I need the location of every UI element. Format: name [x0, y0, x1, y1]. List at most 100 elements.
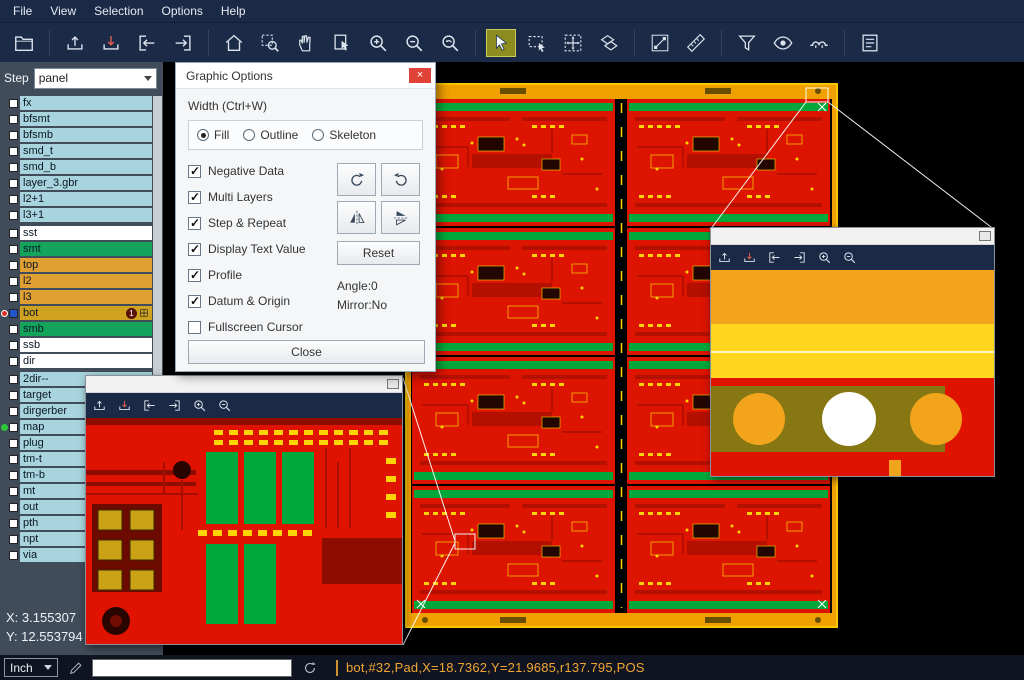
step-select[interactable]: panel	[34, 68, 157, 89]
radio-outline[interactable]: Outline	[243, 128, 298, 142]
menu-selection[interactable]: Selection	[85, 2, 152, 20]
home-tool-button[interactable]	[219, 29, 249, 57]
move-select-tool-button[interactable]	[558, 29, 588, 57]
cursor-select-tool-button[interactable]	[486, 29, 516, 57]
checkbox-box[interactable]	[188, 217, 201, 230]
radio-circle[interactable]	[312, 129, 324, 141]
layer-visibility-checkbox[interactable]	[9, 551, 18, 560]
layer-name[interactable]: top	[20, 258, 152, 272]
layer-name[interactable]: smd_t	[20, 144, 152, 158]
zoom-out-tool-button[interactable]	[842, 250, 857, 265]
radio-skeleton[interactable]: Skeleton	[312, 128, 376, 142]
layer-row-sst[interactable]: sst	[0, 226, 152, 240]
folder-open-tool-button[interactable]	[9, 29, 39, 57]
door-out-tool-button[interactable]	[792, 250, 807, 265]
rect-select-tool-button[interactable]	[522, 29, 552, 57]
layer-visibility-checkbox[interactable]	[9, 211, 18, 220]
layer-visibility-checkbox[interactable]	[9, 487, 18, 496]
checkbox-box[interactable]	[188, 165, 201, 178]
zoom-out-tool-button[interactable]	[399, 29, 429, 57]
tray-up-tool-button[interactable]	[717, 250, 732, 265]
popup-restore-button[interactable]	[979, 231, 991, 241]
magnifier-1-titlebar[interactable]	[86, 376, 402, 393]
layer-visibility-checkbox[interactable]	[9, 131, 18, 140]
layer-row-smt[interactable]: smt	[0, 242, 152, 256]
layer-row-smd_b[interactable]: smd_b	[0, 160, 152, 174]
rotate-ccw-button[interactable]	[381, 163, 420, 196]
menu-view[interactable]: View	[41, 2, 85, 20]
eye-view-tool-button[interactable]	[768, 29, 798, 57]
zoom-out-tool-button[interactable]	[217, 398, 232, 413]
layer-visibility-checkbox[interactable]	[9, 229, 18, 238]
layer-row-dir[interactable]: dir	[0, 354, 152, 368]
zoom-in-tool-button[interactable]	[363, 29, 393, 57]
layer-visibility-checkbox[interactable]	[9, 277, 18, 286]
layer-visibility-checkbox[interactable]	[9, 115, 18, 124]
layer-name[interactable]: smd_b	[20, 160, 152, 174]
tray-down-tool-button[interactable]	[117, 398, 132, 413]
menu-help[interactable]: Help	[212, 2, 255, 20]
doc-select-tool-button[interactable]	[327, 29, 357, 57]
layer-visibility-checkbox[interactable]	[9, 423, 18, 432]
layer-name[interactable]: sst	[20, 226, 152, 240]
zoom-in-tool-button[interactable]	[817, 250, 832, 265]
door-out-tool-button[interactable]	[167, 398, 182, 413]
command-input[interactable]	[92, 659, 292, 677]
layer-row-bfsmb[interactable]: bfsmb	[0, 128, 152, 142]
layer-row-layer_3.gbr[interactable]: layer_3.gbr	[0, 176, 152, 190]
radio-circle[interactable]	[197, 129, 209, 141]
magnifier-window-2[interactable]	[710, 227, 995, 477]
checkbox-negative-data[interactable]: Negative Data	[188, 158, 338, 184]
layer-row-smb[interactable]: smb	[0, 322, 152, 336]
layer-name[interactable]: smt	[20, 242, 152, 256]
layer-visibility-checkbox[interactable]	[9, 455, 18, 464]
layer-visibility-checkbox[interactable]	[9, 293, 18, 302]
layer-name[interactable]: l2	[20, 274, 152, 288]
refresh-icon[interactable]	[302, 660, 318, 676]
zoom-region-tool-button[interactable]	[255, 29, 285, 57]
layer-visibility-checkbox[interactable]	[9, 535, 18, 544]
layer-name[interactable]: smb	[20, 322, 152, 336]
zoom-back-tool-button[interactable]	[435, 29, 465, 57]
magnifier-2-titlebar[interactable]	[711, 228, 994, 245]
checkbox-box[interactable]	[188, 295, 201, 308]
layer-name[interactable]: bfsmt	[20, 112, 152, 126]
door-out-tool-button[interactable]	[168, 29, 198, 57]
layer-row-ssb[interactable]: ssb	[0, 338, 152, 352]
layer-visibility-checkbox[interactable]	[9, 195, 18, 204]
layer-row-fx[interactable]: fx	[0, 96, 152, 110]
layer-visibility-checkbox[interactable]	[9, 309, 18, 318]
layer-row-l2+1[interactable]: l2+1	[0, 192, 152, 206]
layer-visibility-checkbox[interactable]	[9, 245, 18, 254]
unit-select[interactable]: Inch	[4, 658, 58, 677]
layer-visibility-checkbox[interactable]	[9, 357, 18, 366]
menu-options[interactable]: Options	[153, 2, 212, 20]
layer-visibility-checkbox[interactable]	[9, 99, 18, 108]
layer-name[interactable]: l3	[20, 290, 152, 304]
radio-fill[interactable]: Fill	[197, 128, 229, 142]
report-tool-button[interactable]	[855, 29, 885, 57]
magnifier-window-1[interactable]	[85, 375, 403, 645]
checkbox-fullscreen-cursor[interactable]: Fullscreen Cursor	[188, 314, 338, 340]
layer-visibility-checkbox[interactable]	[9, 179, 18, 188]
close-button[interactable]: Close	[188, 340, 425, 364]
pan-hand-tool-button[interactable]	[291, 29, 321, 57]
door-in-tool-button[interactable]	[142, 398, 157, 413]
coil-search-tool-button[interactable]	[804, 29, 834, 57]
checkbox-step-repeat[interactable]: Step & Repeat	[188, 210, 338, 236]
layer-row-bfsmt[interactable]: bfsmt	[0, 112, 152, 126]
checkbox-display-text-value[interactable]: Display Text Value	[188, 236, 338, 262]
layer-visibility-checkbox[interactable]	[9, 503, 18, 512]
checkbox-datum-origin[interactable]: Datum & Origin	[188, 288, 338, 314]
close-icon[interactable]: ×	[409, 68, 431, 83]
layer-row-smd_t[interactable]: smd_t	[0, 144, 152, 158]
layer-visibility-checkbox[interactable]	[9, 325, 18, 334]
zoom-in-tool-button[interactable]	[192, 398, 207, 413]
magnifier-2-view[interactable]	[711, 270, 994, 481]
layer-visibility-checkbox[interactable]	[9, 407, 18, 416]
checkbox-box[interactable]	[188, 321, 201, 334]
layer-visibility-checkbox[interactable]	[9, 375, 18, 384]
mirror-horizontal-button[interactable]	[381, 201, 420, 234]
checkbox-profile[interactable]: Profile	[188, 262, 338, 288]
radio-circle[interactable]	[243, 129, 255, 141]
